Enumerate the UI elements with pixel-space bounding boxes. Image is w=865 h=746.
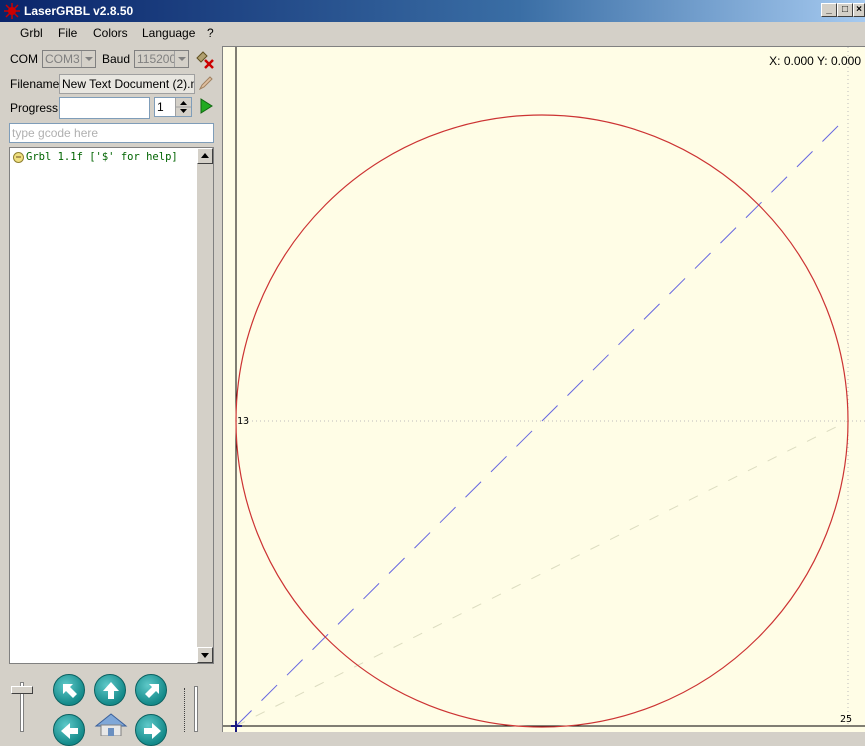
- jog-west-button[interactable]: [53, 714, 85, 746]
- home-icon: [94, 713, 128, 737]
- scroll-up-button[interactable]: [197, 148, 213, 164]
- arrow-right-icon: [144, 723, 161, 739]
- jog-north-button[interactable]: [94, 674, 126, 706]
- message-icon: [13, 152, 24, 163]
- minimize-button[interactable]: _: [821, 3, 837, 17]
- menu-grbl[interactable]: Grbl: [20, 26, 43, 40]
- passes-stepper[interactable]: 1: [154, 97, 192, 117]
- coordinate-readout: X: 0.000 Y: 0.000: [769, 54, 861, 68]
- console-line: Grbl 1.1f ['$' for help]: [26, 151, 178, 163]
- progress-label: Progress: [10, 101, 59, 115]
- maximize-button[interactable]: □: [837, 3, 853, 17]
- toolpath-preview: [223, 47, 865, 732]
- jog-northeast-button[interactable]: [135, 674, 167, 706]
- baud-label: Baud: [102, 52, 131, 66]
- run-icon[interactable]: [198, 98, 214, 114]
- close-button[interactable]: ×: [853, 3, 865, 17]
- rapid-move-line: [235, 120, 844, 727]
- menu-help[interactable]: ?: [207, 26, 214, 40]
- origin-marker: [231, 721, 242, 732]
- step-slider[interactable]: [194, 686, 198, 732]
- menu-colors[interactable]: Colors: [93, 26, 128, 40]
- console-scrollbar[interactable]: [197, 148, 213, 663]
- arrow-up-right-icon: [145, 684, 159, 698]
- y-scale-label: 13: [237, 416, 250, 427]
- disconnect-icon[interactable]: [194, 49, 216, 69]
- window-title: LaserGRBL v2.8.50: [24, 4, 134, 18]
- com-port-value: COM3: [45, 52, 80, 66]
- title-bar: LaserGRBL v2.8.50 _ □ ×: [0, 0, 865, 22]
- menu-language[interactable]: Language: [142, 26, 195, 40]
- guide-dashed-line: [235, 420, 849, 727]
- console-log: Grbl 1.1f ['$' for help]: [9, 147, 214, 664]
- arrow-left-icon: [61, 723, 78, 739]
- arrow-up-icon: [103, 682, 119, 699]
- chevron-down-icon: [81, 51, 95, 67]
- jog-east-button[interactable]: [135, 714, 167, 746]
- x-scale-label: 25: [840, 714, 853, 725]
- com-port-select[interactable]: COM3: [42, 50, 96, 68]
- control-panel: COM COM3 Baud 115200 Filename New Text D…: [6, 46, 218, 746]
- com-label: COM: [10, 52, 38, 66]
- step-slider-ticks: [184, 688, 188, 732]
- filename-field[interactable]: New Text Document (2).nc: [59, 74, 195, 94]
- scroll-down-button[interactable]: [197, 647, 213, 663]
- laser-app-icon: [4, 3, 20, 19]
- laser-grbl-window: LaserGRBL v2.8.50 _ □ × Grbl File Colors…: [0, 0, 865, 746]
- passes-value: 1: [157, 100, 164, 114]
- gcode-command-input[interactable]: type gcode here: [9, 123, 214, 143]
- baud-rate-select[interactable]: 115200: [134, 50, 189, 68]
- home-button[interactable]: [94, 712, 128, 737]
- open-file-icon[interactable]: [198, 75, 214, 91]
- stepper-arrows-icon[interactable]: [175, 98, 191, 116]
- chevron-down-icon: [174, 51, 188, 67]
- preview-canvas[interactable]: 13 25 X: 0.000 Y: 0.000: [222, 46, 865, 732]
- baud-rate-value: 115200: [137, 52, 177, 66]
- progress-bar: [59, 97, 150, 119]
- menu-file[interactable]: File: [58, 26, 77, 40]
- filename-label: Filename: [10, 77, 60, 91]
- menu-bar: Grbl File Colors Language ?: [0, 22, 865, 44]
- jog-northwest-button[interactable]: [53, 674, 85, 706]
- speed-slider-thumb[interactable]: [11, 686, 33, 694]
- arrow-up-left-icon: [63, 684, 77, 698]
